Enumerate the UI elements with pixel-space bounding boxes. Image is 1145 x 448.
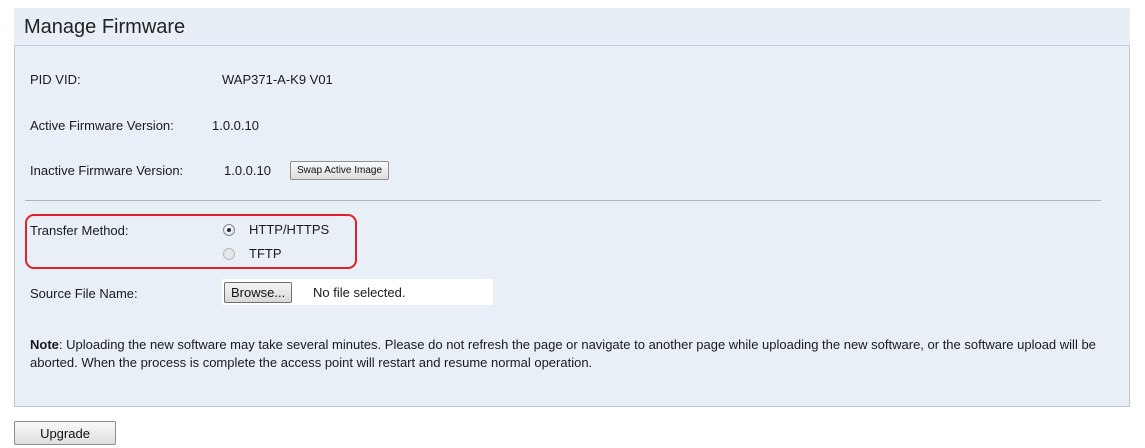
upgrade-button[interactable]: Upgrade <box>14 421 116 445</box>
radio-button-http-https[interactable] <box>223 223 235 236</box>
radio-label-tftp: TFTP <box>249 246 282 261</box>
radio-option-http-https[interactable]: HTTP/HTTPS <box>223 222 329 237</box>
source-file-label: Source File Name: <box>30 286 138 301</box>
divider <box>25 200 1101 201</box>
pid-vid-value: WAP371-A-K9 V01 <box>222 72 333 87</box>
radio-option-tftp[interactable]: TFTP <box>223 246 282 261</box>
browse-button[interactable]: Browse... <box>224 282 293 303</box>
pid-vid-label: PID VID: <box>30 72 81 87</box>
active-firmware-label: Active Firmware Version: <box>30 118 174 133</box>
note-text: : Uploading the new software may take se… <box>30 337 1096 370</box>
file-status-text: No file selected. <box>313 285 406 300</box>
firmware-panel: PID VID: WAP371-A-K9 V01 Active Firmware… <box>14 46 1130 407</box>
title-bar: Manage Firmware <box>14 8 1130 46</box>
note-label: Note <box>30 337 59 352</box>
page-title: Manage Firmware <box>24 16 186 38</box>
radio-button-tftp[interactable] <box>223 247 235 260</box>
active-firmware-value: 1.0.0.10 <box>212 118 259 133</box>
manage-firmware-page: Manage Firmware PID VID: WAP371-A-K9 V01… <box>0 0 1145 448</box>
upload-note: Note: Uploading the new software may tak… <box>30 336 1120 372</box>
swap-active-image-button[interactable]: Swap Active Image <box>290 161 390 180</box>
inactive-firmware-label: Inactive Firmware Version: <box>30 163 184 178</box>
transfer-method-label: Transfer Method: <box>30 223 129 238</box>
radio-label-http-https: HTTP/HTTPS <box>249 222 330 237</box>
file-input[interactable]: Browse... No file selected. <box>222 279 493 305</box>
inactive-firmware-value: 1.0.0.10 <box>224 163 271 178</box>
